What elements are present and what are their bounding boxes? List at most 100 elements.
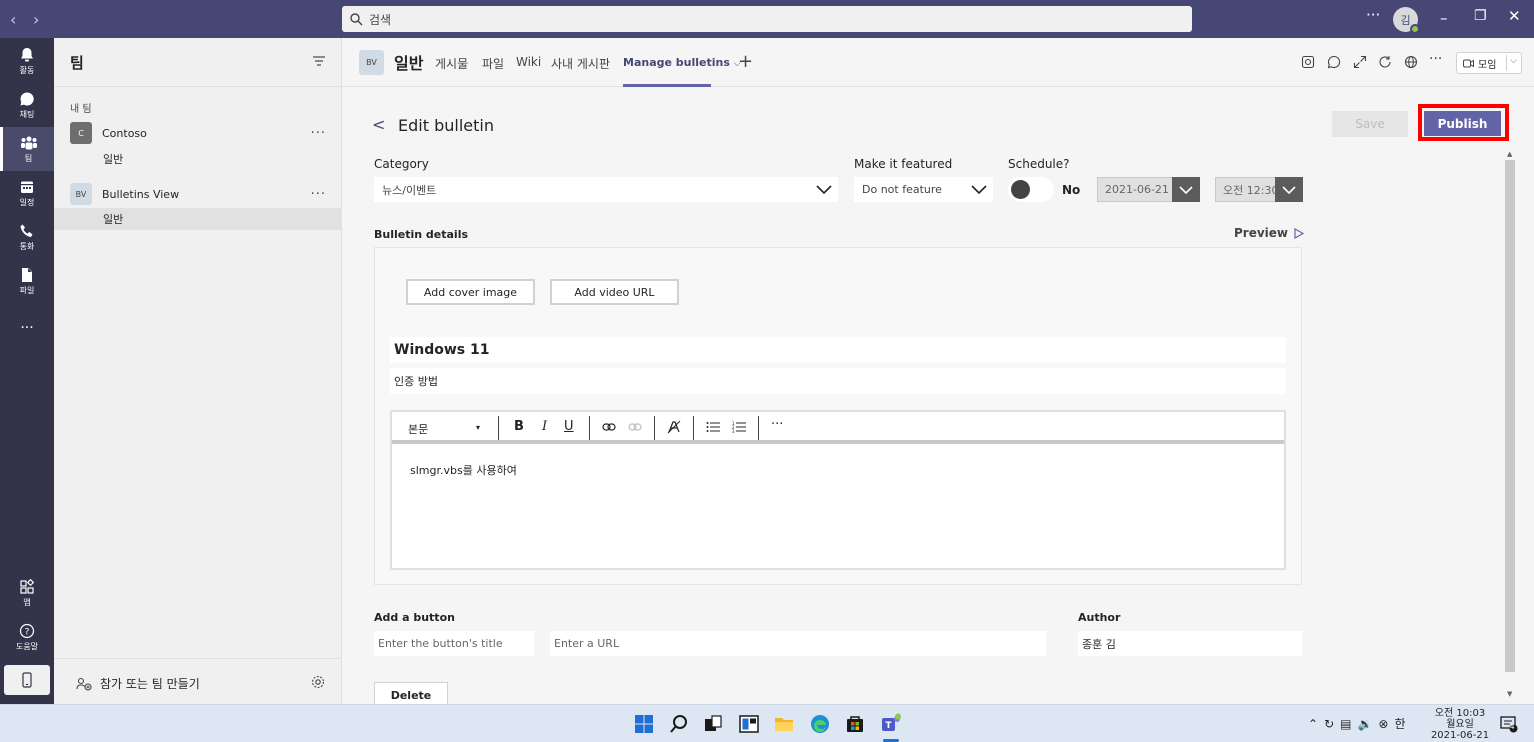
close-icon[interactable]: ✕ bbox=[1508, 7, 1521, 25]
back-nav-icon[interactable]: ‹ bbox=[10, 10, 16, 29]
mobile-download-button[interactable] bbox=[4, 665, 50, 695]
bold-icon[interactable]: B bbox=[514, 419, 524, 434]
schedule-time-input[interactable]: 오전 12:30 bbox=[1215, 177, 1277, 202]
rail-label: 파일 bbox=[19, 285, 35, 295]
notification-center-button[interactable]: 4 bbox=[1500, 715, 1518, 736]
rail-item-calls[interactable]: 통화 bbox=[0, 215, 54, 259]
author-input[interactable]: 종훈 김 bbox=[1078, 631, 1302, 656]
blocked-icon[interactable]: ⊗ bbox=[1378, 717, 1388, 731]
meet-button[interactable]: 모임 ⌵ bbox=[1456, 52, 1522, 74]
date-picker-button[interactable] bbox=[1172, 177, 1200, 202]
tab-posts[interactable]: 게시물 bbox=[435, 55, 468, 72]
rail-more-button[interactable]: ··· bbox=[0, 306, 54, 350]
team-item-contoso[interactable]: C Contoso ··· bbox=[54, 120, 342, 146]
rich-text-editor[interactable]: 본문 ▾ B I U 123 ··· slmgr.vbs를 사용하여 bbox=[390, 410, 1286, 570]
input-language-icon[interactable]: 한 bbox=[1394, 715, 1405, 732]
avatar[interactable]: 김 bbox=[1393, 7, 1420, 34]
conversation-icon[interactable] bbox=[1327, 55, 1341, 69]
scroll-down-icon[interactable]: ▼ bbox=[1507, 690, 1512, 698]
file-explorer-icon[interactable] bbox=[773, 713, 795, 735]
teams-app-icon[interactable]: T bbox=[880, 713, 902, 735]
link-icon[interactable] bbox=[602, 421, 616, 433]
more-options-icon[interactable]: ··· bbox=[771, 417, 783, 432]
style-value: 본문 bbox=[408, 423, 429, 436]
button-title-input[interactable]: Enter the button's title bbox=[374, 631, 534, 656]
channel-title: 일반 bbox=[394, 54, 424, 73]
search-icon[interactable] bbox=[668, 713, 690, 735]
preview-button[interactable]: Preview bbox=[1234, 226, 1305, 240]
gear-icon[interactable] bbox=[311, 675, 325, 689]
widgets-icon[interactable] bbox=[738, 713, 760, 735]
add-team-icon bbox=[76, 677, 92, 691]
schedule-date-input[interactable]: 2021-06-21 bbox=[1097, 177, 1173, 202]
subheadline-input[interactable]: 인증 방법 bbox=[390, 368, 1286, 394]
video-camera-icon bbox=[1463, 59, 1474, 67]
rail-item-help[interactable]: ? 도움말 bbox=[0, 615, 54, 659]
rail-item-chat[interactable]: 채팅 bbox=[0, 83, 54, 127]
more-options-icon[interactable]: ··· bbox=[1429, 51, 1442, 67]
rail-item-files[interactable]: 파일 bbox=[0, 259, 54, 303]
paragraph-style-dropdown[interactable]: 본문 bbox=[408, 421, 428, 437]
join-or-create-team-button[interactable]: 참가 또는 팀 만들기 bbox=[76, 675, 200, 692]
category-select[interactable]: 뉴스/이벤트 bbox=[374, 177, 838, 202]
clock[interactable]: 오전 10:03 월요일 2021-06-21 bbox=[1428, 708, 1492, 741]
more-options-icon[interactable]: ··· bbox=[311, 126, 326, 141]
schedule-toggle[interactable] bbox=[1008, 177, 1054, 202]
maximize-icon[interactable]: ❐ bbox=[1474, 8, 1487, 24]
unlink-icon[interactable] bbox=[628, 421, 642, 433]
rail-item-apps[interactable]: 앱 bbox=[0, 571, 54, 615]
chevron-up-icon[interactable]: ⌃ bbox=[1308, 717, 1318, 731]
channel-item[interactable]: 일반 bbox=[54, 208, 342, 230]
task-view-icon[interactable] bbox=[702, 713, 724, 735]
italic-icon[interactable]: I bbox=[542, 419, 547, 434]
tab-wiki[interactable]: Wiki bbox=[516, 55, 541, 69]
edge-browser-icon[interactable] bbox=[809, 713, 831, 735]
save-button[interactable]: Save bbox=[1332, 111, 1408, 137]
volume-icon[interactable]: 🔉 bbox=[1357, 717, 1372, 731]
channel-item[interactable]: 일반 bbox=[54, 148, 342, 170]
add-video-url-button[interactable]: Add video URL bbox=[550, 279, 679, 305]
scroll-up-icon[interactable]: ▲ bbox=[1507, 150, 1512, 158]
caret-down-icon[interactable]: ▾ bbox=[476, 423, 480, 432]
expand-icon[interactable] bbox=[1353, 55, 1367, 69]
tab-manage-bulletins[interactable]: Manage bulletins ⌵ bbox=[623, 56, 741, 69]
bulleted-list-icon[interactable] bbox=[706, 421, 720, 433]
add-tab-icon[interactable]: + bbox=[738, 51, 753, 72]
forward-nav-icon[interactable]: › bbox=[33, 10, 39, 29]
minimize-icon[interactable]: – bbox=[1440, 9, 1448, 27]
time-picker-button[interactable] bbox=[1275, 177, 1303, 202]
search-input[interactable]: 검색 bbox=[342, 6, 1192, 32]
back-arrow-icon[interactable]: < bbox=[372, 115, 385, 134]
refresh-icon[interactable] bbox=[1378, 55, 1392, 69]
body-text: slmgr.vbs를 사용하여 bbox=[410, 464, 517, 477]
underline-icon[interactable]: U bbox=[564, 419, 574, 434]
chevron-down-icon bbox=[971, 185, 987, 195]
headline-input[interactable]: Windows 11 bbox=[390, 337, 1286, 363]
team-item-bulletins-view[interactable]: BV Bulletins View ··· bbox=[54, 181, 342, 207]
windows-start-icon[interactable] bbox=[633, 713, 655, 735]
button-url-input[interactable]: Enter a URL bbox=[550, 631, 1046, 656]
rail-item-teams[interactable]: 팀 bbox=[0, 127, 54, 171]
tab-files[interactable]: 파일 bbox=[482, 55, 504, 72]
filter-icon[interactable] bbox=[313, 56, 325, 66]
featured-select[interactable]: Do not feature bbox=[854, 177, 993, 202]
more-options-icon[interactable]: ··· bbox=[311, 187, 326, 202]
rail-label: 활동 bbox=[19, 65, 35, 75]
add-cover-image-button[interactable]: Add cover image bbox=[406, 279, 535, 305]
publish-button[interactable]: Publish bbox=[1424, 111, 1501, 136]
numbered-list-icon[interactable]: 123 bbox=[732, 421, 746, 433]
clear-format-icon[interactable] bbox=[667, 420, 681, 434]
section-header: 내 팀 bbox=[70, 104, 92, 115]
network-icon[interactable]: ▤ bbox=[1340, 717, 1351, 731]
chevron-down-icon[interactable]: ⌵ bbox=[1510, 56, 1517, 66]
rail-item-activity[interactable]: 활동 bbox=[0, 39, 54, 83]
globe-icon[interactable] bbox=[1404, 55, 1418, 69]
scrollbar-thumb[interactable] bbox=[1505, 160, 1515, 672]
tab-bulletin-board[interactable]: 사내 게시판 bbox=[551, 55, 610, 72]
rail-item-calendar[interactable]: 일정 bbox=[0, 171, 54, 215]
active-tab-indicator bbox=[623, 84, 711, 87]
meeting-notes-icon[interactable] bbox=[1301, 55, 1315, 69]
store-icon[interactable] bbox=[844, 713, 866, 735]
more-options-icon[interactable]: ··· bbox=[1366, 6, 1380, 24]
sync-icon[interactable]: ↻ bbox=[1324, 717, 1334, 731]
